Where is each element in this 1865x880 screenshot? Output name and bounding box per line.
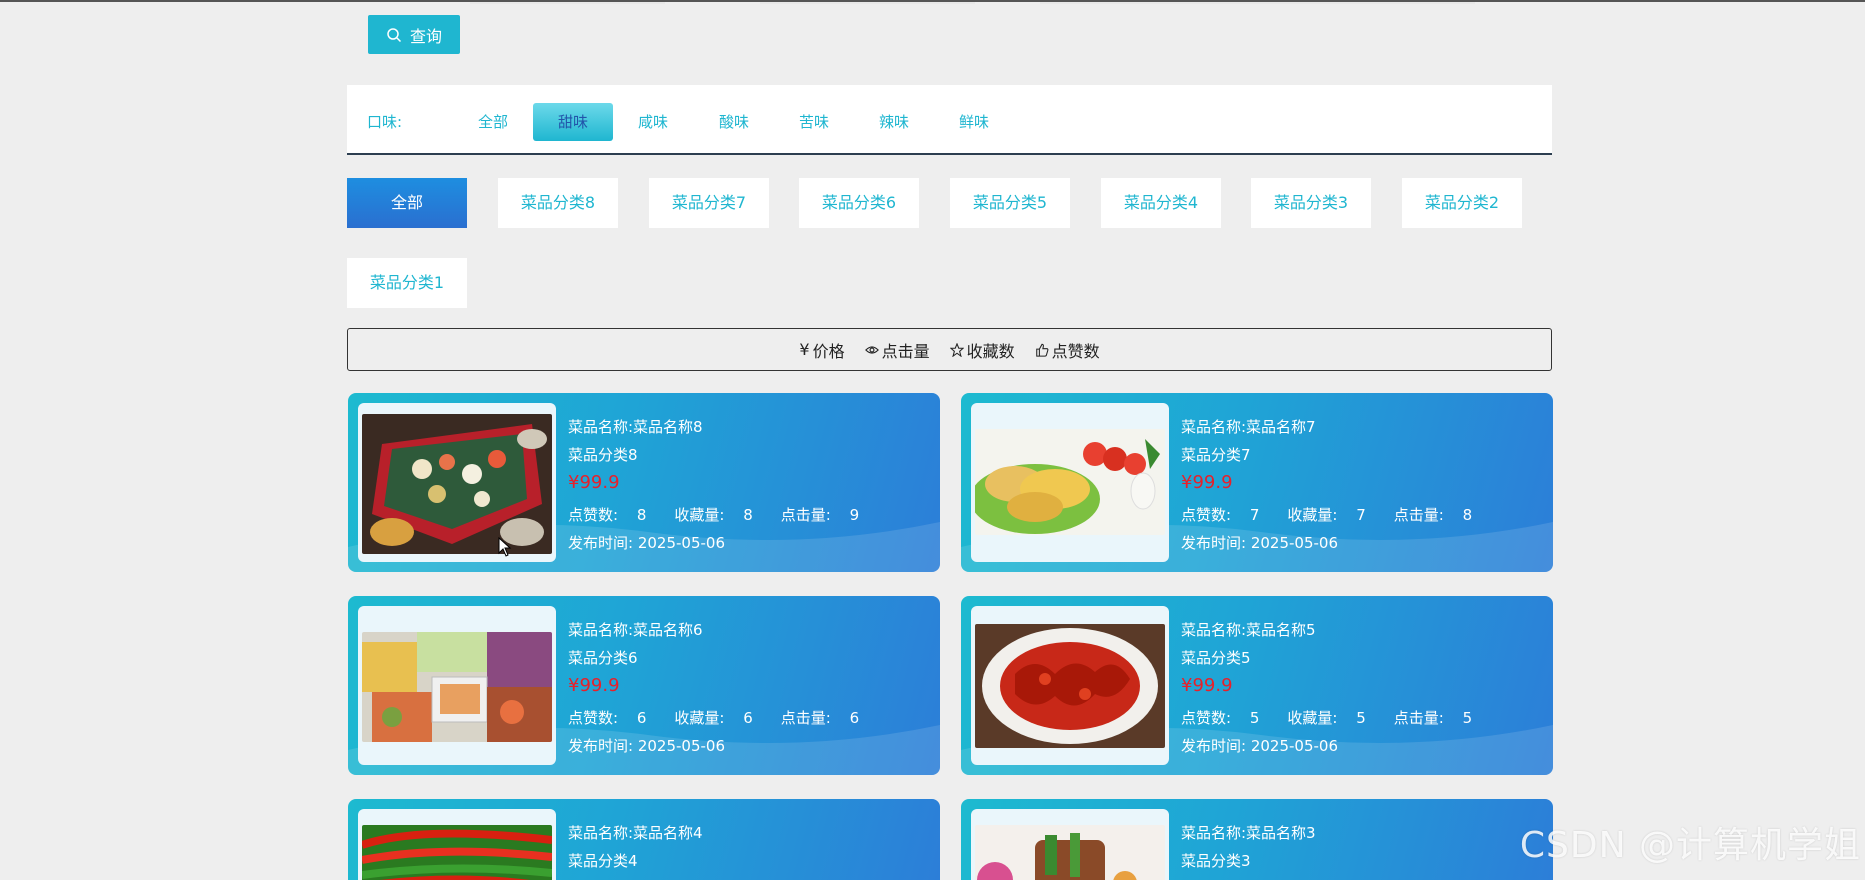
search-icon [387, 27, 402, 42]
category-all[interactable]: 全部 [347, 178, 467, 228]
star-icon [949, 342, 964, 357]
category-5[interactable]: 菜品分类5 [950, 178, 1070, 228]
dish-price: ¥99.9 [1181, 472, 1233, 493]
dish-category: 菜品分类6 [568, 649, 638, 667]
taste-item-spicy[interactable]: 辣味 [854, 103, 934, 141]
dish-image-frame [358, 606, 556, 765]
likes-stat: 点赞数: 5 [1181, 709, 1260, 727]
taste-item-all[interactable]: 全部 [453, 103, 533, 141]
dish-card[interactable]: 菜品名称:菜品名称8 菜品分类8 ¥99.9 点赞数: 8 收藏量: 8 点击量: … [348, 393, 940, 572]
query-button-label: 查询 [409, 26, 442, 46]
thumbs-up-icon [1035, 343, 1049, 357]
dish-image [975, 624, 1165, 748]
dish-image [975, 825, 1165, 880]
dish-price: ¥99.9 [1181, 675, 1233, 696]
dish-image-frame [971, 809, 1169, 880]
dish-stats: 点赞数: 7 收藏量: 7 点击量: 8 [1181, 501, 1500, 529]
likes-stat: 点赞数: 6 [568, 709, 647, 727]
favorites-stat: 收藏量: 6 [674, 709, 753, 727]
sort-clicks[interactable]: 点击量 [864, 338, 930, 362]
category-2[interactable]: 菜品分类2 [1402, 178, 1522, 228]
dish-image [975, 429, 1165, 535]
dish-category: 菜品分类7 [1181, 446, 1251, 464]
dish-name: 菜品名称:菜品名称6 [568, 621, 703, 639]
clicks-stat: 点击量: 8 [1393, 506, 1473, 524]
dish-info: 菜品名称:菜品名称3 菜品分类3 [1181, 819, 1316, 875]
dish-stats: 点赞数: 6 收藏量: 6 点击量: 6 [568, 704, 887, 732]
dish-category: 菜品分类5 [1181, 649, 1251, 667]
dish-image-frame [358, 403, 556, 562]
category-6[interactable]: 菜品分类6 [799, 178, 919, 228]
dish-info: 菜品名称:菜品名称6 菜品分类6 ¥99.9 点赞数: 6 收藏量: 6 点击量: … [568, 616, 887, 760]
category-3[interactable]: 菜品分类3 [1251, 178, 1371, 228]
dish-image [362, 414, 552, 554]
top-border-segment [470, 2, 665, 4]
sort-likes-label: 点赞数 [1051, 341, 1100, 361]
dish-price: ¥99.9 [568, 472, 620, 493]
dish-info: 菜品名称:菜品名称5 菜品分类5 ¥99.9 点赞数: 5 收藏量: 5 点击量: … [1181, 616, 1500, 760]
dish-info: 菜品名称:菜品名称7 菜品分类7 ¥99.9 点赞数: 7 收藏量: 7 点击量: … [1181, 413, 1500, 557]
dish-card[interactable]: 菜品名称:菜品名称3 菜品分类3 [961, 799, 1553, 880]
taste-item-umami[interactable]: 鲜味 [934, 103, 1014, 141]
category-8[interactable]: 菜品分类8 [498, 178, 618, 228]
eye-icon [864, 345, 879, 354]
dish-name: 菜品名称:菜品名称7 [1181, 418, 1316, 436]
likes-stat: 点赞数: 8 [568, 506, 647, 524]
dish-image-frame [358, 809, 556, 880]
dish-time: 发布时间: 2025-05-06 [568, 737, 726, 755]
yen-icon: ¥ [799, 340, 810, 359]
dish-category: 菜品分类3 [1181, 852, 1251, 870]
clicks-stat: 点击量: 5 [1393, 709, 1473, 727]
sort-likes[interactable]: 点赞数 [1035, 338, 1100, 362]
sort-clicks-label: 点击量 [881, 341, 930, 361]
dish-stats: 点赞数: 8 收藏量: 8 点击量: 9 [568, 501, 887, 529]
dish-info: 菜品名称:菜品名称4 菜品分类4 [568, 819, 703, 875]
dish-price: ¥99.9 [568, 675, 620, 696]
dish-card[interactable]: 菜品名称:菜品名称5 菜品分类5 ¥99.9 点赞数: 5 收藏量: 5 点击量: … [961, 596, 1553, 775]
favorites-stat: 收藏量: 8 [674, 506, 753, 524]
taste-item-bitter[interactable]: 苦味 [774, 103, 854, 141]
sort-favorites[interactable]: 收藏数 [949, 338, 1015, 362]
sort-price-label: 价格 [812, 341, 845, 361]
watermark: CSDN @计算机学姐 [1519, 825, 1861, 866]
sort-bar: ¥ 价格 点击量 收藏数 点赞数 [347, 328, 1552, 371]
dish-card[interactable]: 菜品名称:菜品名称7 菜品分类7 ¥99.9 点赞数: 7 收藏量: 7 点击量: … [961, 393, 1553, 572]
dish-image [362, 632, 552, 742]
dish-time: 发布时间: 2025-05-06 [568, 534, 726, 552]
top-border-segment [760, 2, 975, 4]
taste-item-salty[interactable]: 咸味 [613, 103, 693, 141]
sort-price[interactable]: ¥ 价格 [799, 338, 844, 362]
dish-card[interactable]: 菜品名称:菜品名称6 菜品分类6 ¥99.9 点赞数: 6 收藏量: 6 点击量: … [348, 596, 940, 775]
dish-image-frame [971, 606, 1169, 765]
dish-card[interactable]: 菜品名称:菜品名称4 菜品分类4 [348, 799, 940, 880]
clicks-stat: 点击量: 9 [780, 506, 860, 524]
dish-time: 发布时间: 2025-05-06 [1181, 737, 1339, 755]
clicks-stat: 点击量: 6 [780, 709, 860, 727]
mouse-cursor-icon [498, 537, 512, 557]
dish-image [362, 825, 552, 880]
dish-category: 菜品分类8 [568, 446, 638, 464]
dish-category: 菜品分类4 [568, 852, 638, 870]
taste-item-sweet[interactable]: 甜味 [533, 103, 613, 141]
taste-label: 口味: [367, 113, 403, 131]
top-border-segment [1040, 2, 1475, 4]
taste-item-sour[interactable]: 酸味 [694, 103, 774, 141]
dish-stats: 点赞数: 5 收藏量: 5 点击量: 5 [1181, 704, 1500, 732]
category-7[interactable]: 菜品分类7 [649, 178, 769, 228]
dish-time: 发布时间: 2025-05-06 [1181, 534, 1339, 552]
likes-stat: 点赞数: 7 [1181, 506, 1260, 524]
taste-filter-panel: 口味: 全部 甜味 咸味 酸味 苦味 辣味 鲜味 [347, 85, 1552, 155]
sort-favorites-label: 收藏数 [966, 341, 1015, 361]
dish-name: 菜品名称:菜品名称8 [568, 418, 703, 436]
query-button[interactable]: 查询 [368, 15, 460, 54]
dish-name: 菜品名称:菜品名称3 [1181, 824, 1316, 842]
favorites-stat: 收藏量: 7 [1287, 506, 1366, 524]
dish-info: 菜品名称:菜品名称8 菜品分类8 ¥99.9 点赞数: 8 收藏量: 8 点击量: … [568, 413, 887, 557]
category-1[interactable]: 菜品分类1 [347, 258, 467, 308]
category-4[interactable]: 菜品分类4 [1101, 178, 1221, 228]
favorites-stat: 收藏量: 5 [1287, 709, 1366, 727]
dish-name: 菜品名称:菜品名称5 [1181, 621, 1316, 639]
dish-image-frame [971, 403, 1169, 562]
dish-name: 菜品名称:菜品名称4 [568, 824, 703, 842]
